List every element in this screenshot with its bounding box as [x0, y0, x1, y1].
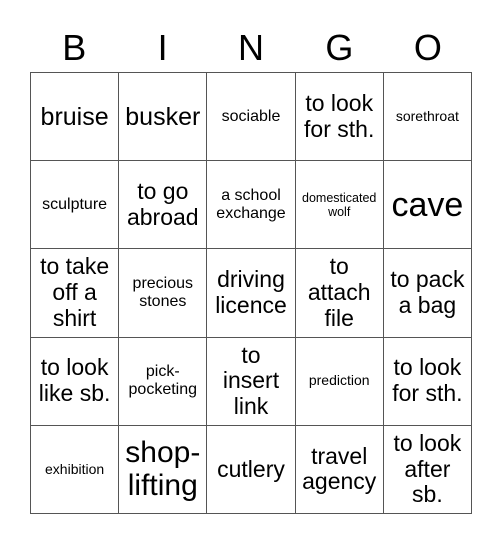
bingo-cell[interactable]: driving licence [207, 249, 296, 338]
bingo-cell[interactable]: shop-lifting [119, 425, 208, 514]
bingo-cell-label: to look like sb. [38, 354, 111, 407]
bingo-cell[interactable]: to look after sb. [383, 425, 472, 514]
bingo-cell[interactable]: to take off a shirt [31, 249, 120, 338]
bingo-cell[interactable]: sculpture [31, 161, 120, 250]
bingo-cell-label: prediction [308, 372, 370, 389]
bingo-cell[interactable]: sorethroat [383, 73, 472, 162]
bingo-cell-label: sorethroat [395, 107, 459, 124]
bingo-cell-label: busker [125, 102, 201, 131]
bingo-grid: bruise busker sociable to look for sth. … [30, 72, 472, 514]
bingo-cell-label: to go abroad [126, 178, 199, 230]
bingo-cell-label: to look after sb. [393, 429, 462, 508]
bingo-cell[interactable]: sociable [207, 73, 296, 162]
bingo-header-letter-g: G [325, 27, 354, 68]
bingo-cell[interactable]: to insert link [207, 337, 296, 426]
bingo-cell[interactable]: to go abroad [119, 161, 208, 250]
bingo-card: B I N G O bruise busker sociable to look… [0, 0, 500, 544]
bingo-cell-label: precious stones [132, 275, 194, 310]
bingo-cell[interactable]: to pack a bag [383, 249, 472, 338]
bingo-header-row: B I N G O [30, 18, 472, 68]
bingo-cell-label: driving licence [215, 266, 287, 318]
bingo-cell[interactable]: exhibition [31, 425, 120, 514]
bingo-header-letter-i: I [157, 27, 168, 68]
bingo-cell[interactable]: prediction [295, 337, 384, 426]
bingo-cell-label: cutlery [217, 455, 285, 482]
bingo-cell-label: to take off a shirt [40, 253, 110, 331]
bingo-cell[interactable]: to attach file [295, 249, 384, 338]
bingo-header-letter-b: B [62, 27, 87, 68]
bingo-cell-label: bruise [40, 102, 109, 131]
bingo-cell[interactable]: precious stones [119, 249, 208, 338]
bingo-cell-label: to look for sth. [304, 89, 375, 142]
bingo-cell-label: exhibition [45, 460, 105, 477]
bingo-cell[interactable]: to look for sth. [295, 73, 384, 162]
bingo-header-letter-o: O [413, 27, 442, 68]
bingo-cell-label: to attach file [307, 253, 371, 331]
bingo-cell-label: sculpture [42, 195, 108, 213]
bingo-cell-label: shop-lifting [125, 435, 201, 503]
bingo-cell-label: domesticated wolf [302, 190, 377, 219]
bingo-cell-label: travel agency [302, 442, 377, 495]
bingo-cell-label: to insert link [222, 341, 280, 420]
bingo-cell[interactable]: travel agency [295, 425, 384, 514]
bingo-cell[interactable]: busker [119, 73, 208, 162]
bingo-cell-label: to pack a bag [390, 266, 465, 318]
bingo-cell[interactable]: cave [383, 161, 472, 250]
bingo-cell[interactable]: bruise [31, 73, 120, 162]
bingo-cell[interactable]: to look for sth. [383, 337, 472, 426]
bingo-cell-label: pick-pocketing [128, 363, 198, 399]
bingo-cell-label: sociable [221, 107, 281, 125]
bingo-cell[interactable]: domesticated wolf [295, 161, 384, 250]
bingo-header-letter-n: N [238, 27, 265, 68]
bingo-cell-label: cave [391, 185, 464, 224]
bingo-cell-label: to look for sth. [392, 354, 463, 407]
bingo-cell-label: a school exchange [216, 186, 286, 222]
bingo-cell[interactable]: a school exchange [207, 161, 296, 250]
bingo-cell[interactable]: pick-pocketing [119, 337, 208, 426]
bingo-cell[interactable]: cutlery [207, 425, 296, 514]
bingo-cell[interactable]: to look like sb. [31, 337, 120, 426]
